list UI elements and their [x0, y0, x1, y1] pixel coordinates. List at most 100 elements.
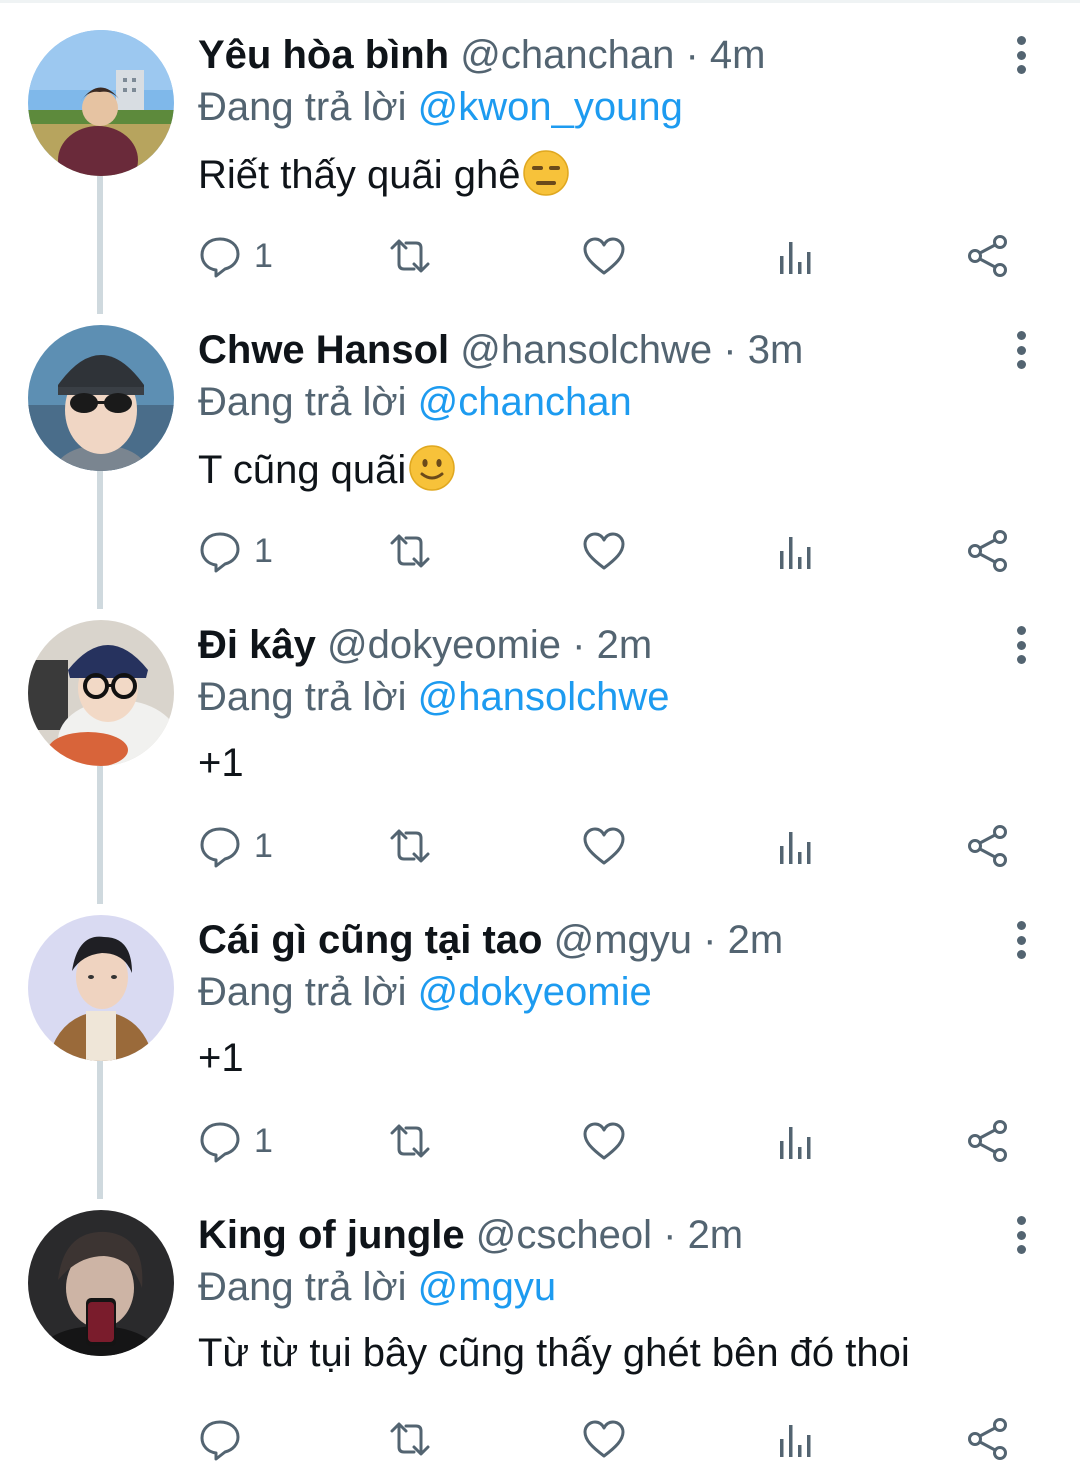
avatar[interactable] [28, 915, 174, 1061]
tweet-header: Chwe Hansol @hansolchwe · 3m [198, 327, 803, 373]
reply-count: 1 [254, 531, 273, 570]
tweet-text-content: +1 [198, 741, 244, 785]
retweet-icon [390, 239, 430, 273]
more-icon[interactable] [998, 1210, 1044, 1260]
like-button[interactable] [582, 1111, 626, 1171]
views-button[interactable] [774, 1111, 818, 1171]
separator: · [703, 918, 717, 962]
views-button[interactable] [774, 816, 818, 876]
tweet[interactable]: King of jungle @cscheol · 2m Đang trả lờ… [0, 1180, 1080, 1475]
timestamp[interactable]: 4m [710, 33, 766, 77]
retweet-button[interactable] [388, 1111, 432, 1171]
replying-to: Đang trả lời @dokyeomie [198, 969, 652, 1015]
author-name[interactable]: Yêu hòa bình [198, 33, 449, 77]
action-bar: 1 [198, 816, 1028, 876]
author-name[interactable]: King of jungle [198, 1213, 465, 1257]
views-icon [780, 537, 811, 569]
heart-icon [583, 1420, 625, 1458]
reply-icon [200, 1122, 240, 1163]
like-button[interactable] [582, 521, 626, 581]
separator: · [572, 623, 586, 667]
reply-button[interactable]: 1 [198, 521, 273, 581]
replying-to: Đang trả lời @mgyu [198, 1264, 556, 1310]
views-button[interactable] [774, 226, 818, 286]
author-handle[interactable]: @hansolchwe [460, 328, 712, 372]
mention-link[interactable]: @mgyu [418, 1265, 556, 1309]
expressionless-face-icon [521, 148, 571, 198]
author-handle[interactable]: @mgyu [554, 918, 692, 962]
more-icon[interactable] [998, 325, 1044, 375]
author-handle[interactable]: @chanchan [460, 33, 674, 77]
reply-count: 1 [254, 1121, 273, 1160]
share-button[interactable] [966, 226, 1010, 286]
replying-to: Đang trả lời @hansolchwe [198, 674, 670, 720]
author-name[interactable]: Chwe Hansol [198, 328, 449, 372]
retweet-button[interactable] [388, 816, 432, 876]
author-name[interactable]: Đi kây [198, 623, 316, 667]
tweet-text-content: +1 [198, 1036, 244, 1080]
retweet-icon [390, 829, 430, 863]
mention-link[interactable]: @hansolchwe [418, 675, 670, 719]
more-icon[interactable] [998, 915, 1044, 965]
more-icon[interactable] [998, 30, 1044, 80]
share-icon [968, 235, 1007, 277]
like-button[interactable] [582, 1409, 626, 1469]
retweet-button[interactable] [388, 226, 432, 286]
replying-to: Đang trả lời @chanchan [198, 379, 632, 425]
separator: · [723, 328, 737, 372]
tweet[interactable]: Cái gì cũng tại tao @mgyu · 2m Đang trả … [0, 885, 1080, 1180]
share-button[interactable] [966, 1111, 1010, 1171]
avatar[interactable] [28, 1210, 174, 1356]
author-handle[interactable]: @dokyeomie [327, 623, 561, 667]
tweet-header: King of jungle @cscheol · 2m [198, 1212, 743, 1258]
like-button[interactable] [582, 816, 626, 876]
share-icon [968, 1418, 1007, 1460]
timestamp[interactable]: 2m [597, 623, 653, 667]
reply-icon [200, 827, 240, 868]
tweet-text: Từ từ tụi bây cũng thấy ghét bên đó thoi [198, 1328, 910, 1378]
author-name[interactable]: Cái gì cũng tại tao [198, 918, 542, 962]
share-button[interactable] [966, 816, 1010, 876]
retweet-icon [390, 534, 430, 568]
mention-link[interactable]: @dokyeomie [418, 970, 652, 1014]
reply-button[interactable] [198, 1409, 254, 1469]
views-button[interactable] [774, 1409, 818, 1469]
like-button[interactable] [582, 226, 626, 286]
tweet[interactable]: Chwe Hansol @hansolchwe · 3m Đang trả lờ… [0, 295, 1080, 590]
tweet[interactable]: Yêu hòa bình @chanchan · 4m Đang trả lời… [0, 0, 1080, 295]
tweet[interactable]: Đi kây @dokyeomie · 2m Đang trả lời @han… [0, 590, 1080, 885]
avatar[interactable] [28, 30, 174, 176]
mention-link[interactable]: @kwon_young [418, 85, 683, 129]
more-icon[interactable] [998, 620, 1044, 670]
mention-link[interactable]: @chanchan [418, 380, 632, 424]
action-bar [198, 1409, 1028, 1469]
avatar[interactable] [28, 325, 174, 471]
timestamp[interactable]: 3m [748, 328, 804, 372]
timestamp[interactable]: 2m [728, 918, 784, 962]
separator: · [663, 1213, 677, 1257]
views-button[interactable] [774, 521, 818, 581]
timestamp[interactable]: 2m [688, 1213, 744, 1257]
tweet-text: T cũng quãi [198, 443, 457, 493]
share-icon [968, 530, 1007, 572]
tweet-header: Đi kây @dokyeomie · 2m [198, 622, 652, 668]
retweet-button[interactable] [388, 521, 432, 581]
views-icon [780, 1127, 811, 1159]
retweet-button[interactable] [388, 1409, 432, 1469]
reply-count: 1 [254, 236, 273, 275]
reply-button[interactable]: 1 [198, 816, 273, 876]
views-icon [780, 242, 811, 274]
reply-button[interactable]: 1 [198, 1111, 273, 1171]
action-bar: 1 [198, 226, 1028, 286]
author-handle[interactable]: @cscheol [476, 1213, 652, 1257]
tweet-text-content: T cũng quãi [198, 448, 407, 492]
replying-label: Đang trả lời [198, 675, 407, 719]
replying-label: Đang trả lời [198, 1265, 407, 1309]
reply-button[interactable]: 1 [198, 226, 273, 286]
share-button[interactable] [966, 521, 1010, 581]
reply-icon [200, 1420, 240, 1461]
share-icon [968, 825, 1007, 867]
share-button[interactable] [966, 1409, 1010, 1469]
avatar[interactable] [28, 620, 174, 766]
heart-icon [583, 237, 625, 275]
